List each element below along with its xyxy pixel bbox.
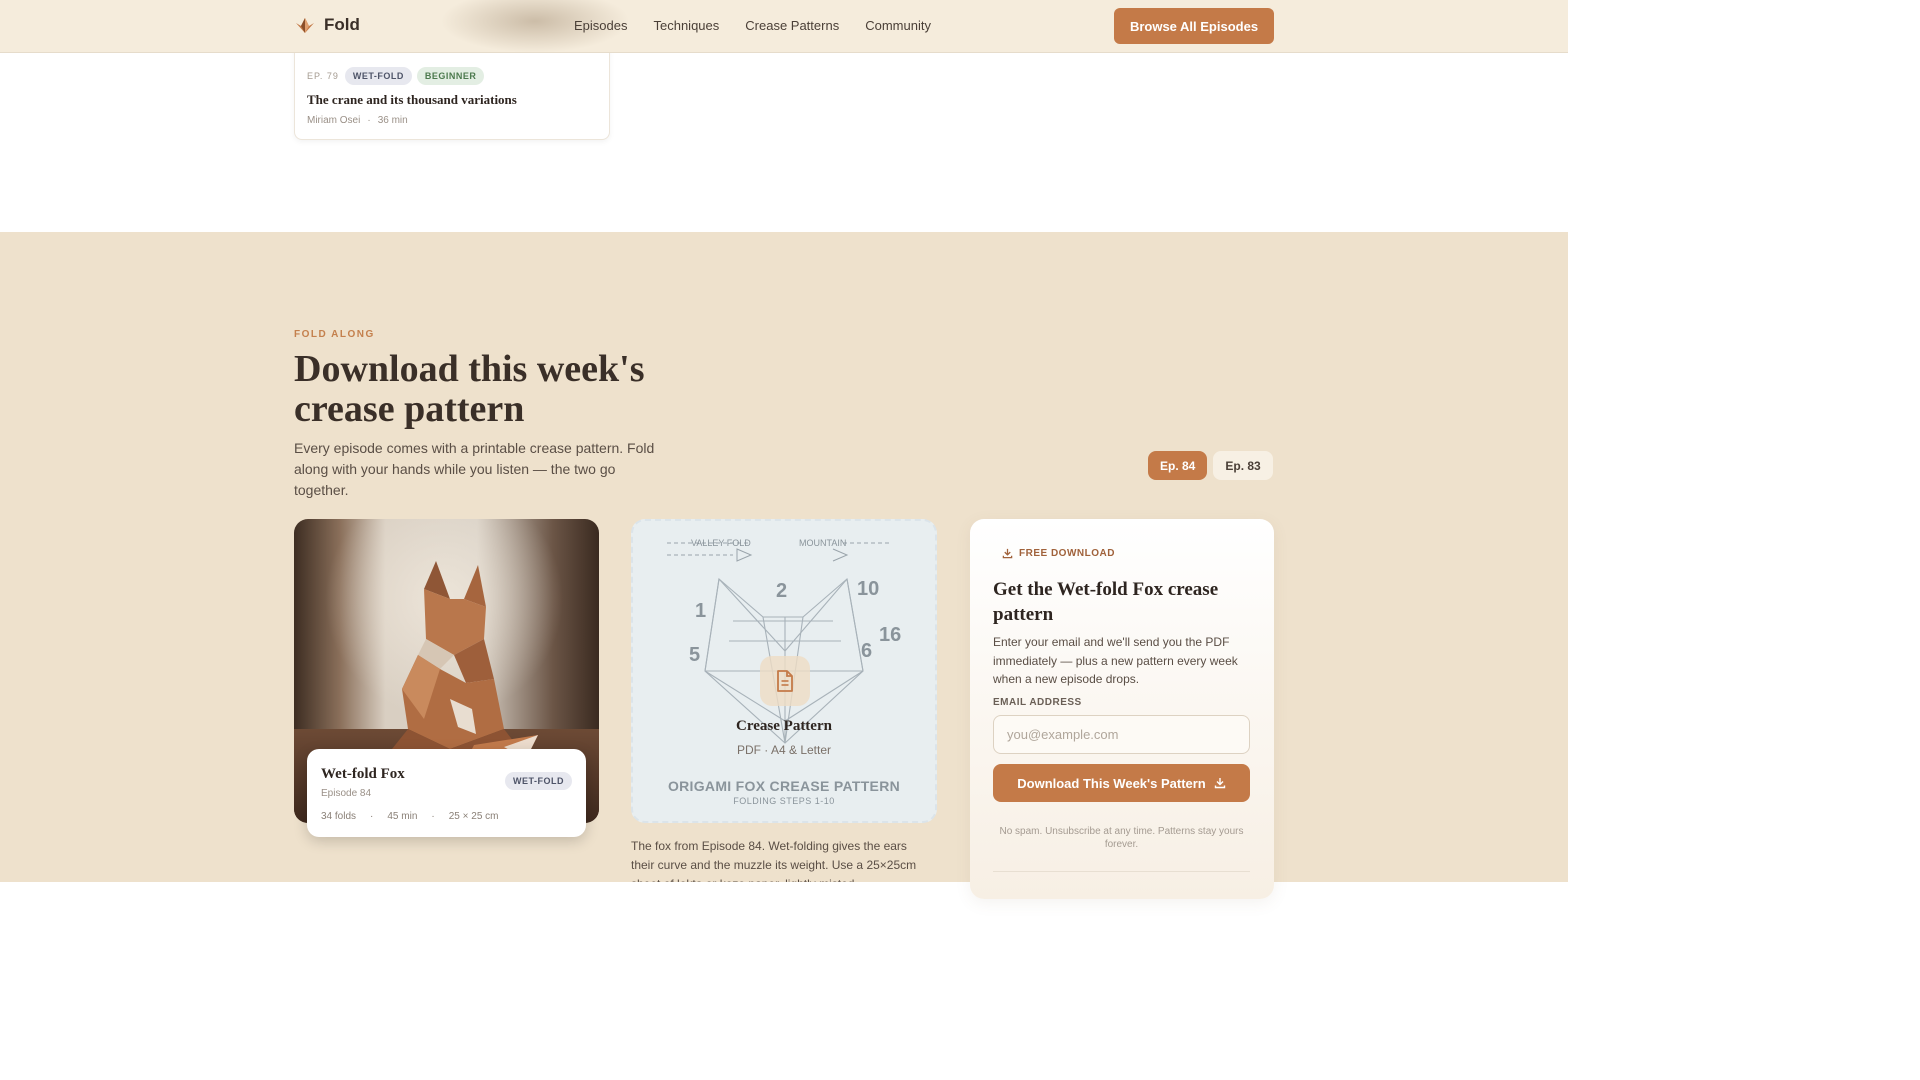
fox-title: Wet-fold Fox xyxy=(321,766,405,782)
byline-separator: · xyxy=(367,115,371,126)
step-number-10: 10 xyxy=(857,578,879,600)
step-number-5: 5 xyxy=(689,644,700,666)
download-pattern-button[interactable]: Download This Week's Pattern xyxy=(993,764,1250,802)
step-number-1: 1 xyxy=(695,600,706,622)
fox-info-card[interactable]: Wet-fold Fox Episode 84 WET-FOLD 34 fold… xyxy=(307,749,586,837)
nav-episodes[interactable]: Episodes xyxy=(574,18,627,33)
crease-pattern-title: Crease Pattern xyxy=(736,718,832,734)
crease-pattern-steps: FOLDING STEPS 1-10 xyxy=(733,796,835,806)
free-download-eyebrow: FREE DOWNLOAD xyxy=(1002,548,1115,559)
download-card: FREE DOWNLOAD Get the Wet-fold Fox creas… xyxy=(970,519,1274,899)
episode-byline: Miriam Osei · 36 min xyxy=(307,115,408,126)
download-icon xyxy=(1214,778,1225,789)
download-icon xyxy=(1002,548,1013,559)
episode-switcher: Ep. 84 Ep. 83 xyxy=(1148,451,1273,480)
fold-along-section: FOLD ALONG Download this week's crease p… xyxy=(0,232,1568,899)
episode-duration: 36 min xyxy=(377,115,408,126)
stats-separator: · xyxy=(431,811,435,822)
browse-all-episodes-button[interactable]: Browse All Episodes xyxy=(1114,8,1274,44)
step-number-2: 2 xyxy=(776,580,787,602)
episode-84-button[interactable]: Ep. 84 xyxy=(1148,451,1208,480)
document-icon xyxy=(777,670,793,692)
episode-meta: EP. 79 WET-FOLD BEGINNER xyxy=(307,67,485,85)
stats-separator: · xyxy=(370,811,374,822)
main-nav: Episodes Techniques Crease Patterns Comm… xyxy=(574,18,931,33)
fold-logo-icon xyxy=(296,18,314,33)
nav-community[interactable]: Community xyxy=(865,18,931,33)
episode-number: EP. 79 xyxy=(307,71,339,81)
nav-techniques[interactable]: Techniques xyxy=(653,18,719,33)
fox-episode: Episode 84 xyxy=(321,788,372,799)
download-description: Enter your email and we'll send you the … xyxy=(993,635,1238,686)
tag-beginner: BEGINNER xyxy=(416,67,485,85)
fox-size: 25 × 25 cm xyxy=(448,811,499,822)
download-divider xyxy=(993,871,1250,872)
episode-author: Miriam Osei xyxy=(307,115,361,126)
legend-mountain-fold: MOUNTAIN xyxy=(799,538,846,548)
download-note: No spam. Unsubscribe at any time. Patter… xyxy=(999,826,1244,850)
download-button-label: Download This Week's Pattern xyxy=(1017,775,1206,791)
fox-folds: 34 folds xyxy=(321,811,357,822)
crease-pattern-preview[interactable]: VALLEY FOLD MOUNTAIN 1 2 10 16 6 5 Creas… xyxy=(631,519,937,823)
crease-icon-badge xyxy=(760,656,810,706)
episode-title[interactable]: The crane and its thousand variations xyxy=(307,92,517,108)
email-label: EMAIL ADDRESS xyxy=(993,697,1082,708)
episode-83-button[interactable]: Ep. 83 xyxy=(1213,451,1273,480)
crease-pattern-formats: PDF · A4 & Letter xyxy=(736,743,832,757)
section-lede: Every episode comes with a printable cre… xyxy=(294,440,655,498)
step-number-6: 6 xyxy=(861,640,872,662)
crease-pattern-caption: ORIGAMI FOX CREASE PATTERN xyxy=(667,778,901,794)
step-number-16: 16 xyxy=(879,624,901,646)
download-title: Get the Wet-fold Fox crease pattern xyxy=(993,579,1219,625)
fox-time: 45 min xyxy=(387,811,418,822)
legend-valley-fold: VALLEY FOLD xyxy=(691,538,751,548)
crease-pattern-description: The fox from Episode 84. Wet-folding giv… xyxy=(631,839,917,882)
fox-badge: WET-FOLD xyxy=(505,772,572,790)
brand-logo[interactable]: Fold xyxy=(294,14,360,36)
episode-card[interactable]: EP. 79 WET-FOLD BEGINNER The crane and i… xyxy=(294,45,610,140)
free-download-label: FREE DOWNLOAD xyxy=(1019,548,1115,559)
section-headline: Download this week's crease pattern xyxy=(294,348,645,430)
nav-crease-patterns[interactable]: Crease Patterns xyxy=(745,18,839,33)
brand-name: Fold xyxy=(324,15,360,34)
fox-stats: 34 folds · 45 min · 25 × 25 cm xyxy=(321,811,499,822)
tag-wet-fold: WET-FOLD xyxy=(344,67,412,85)
section-eyebrow: FOLD ALONG xyxy=(294,329,375,340)
origami-fox-image xyxy=(384,561,538,765)
email-field[interactable] xyxy=(993,715,1250,754)
site-header: Fold Episodes Techniques Crease Patterns… xyxy=(0,0,1568,53)
